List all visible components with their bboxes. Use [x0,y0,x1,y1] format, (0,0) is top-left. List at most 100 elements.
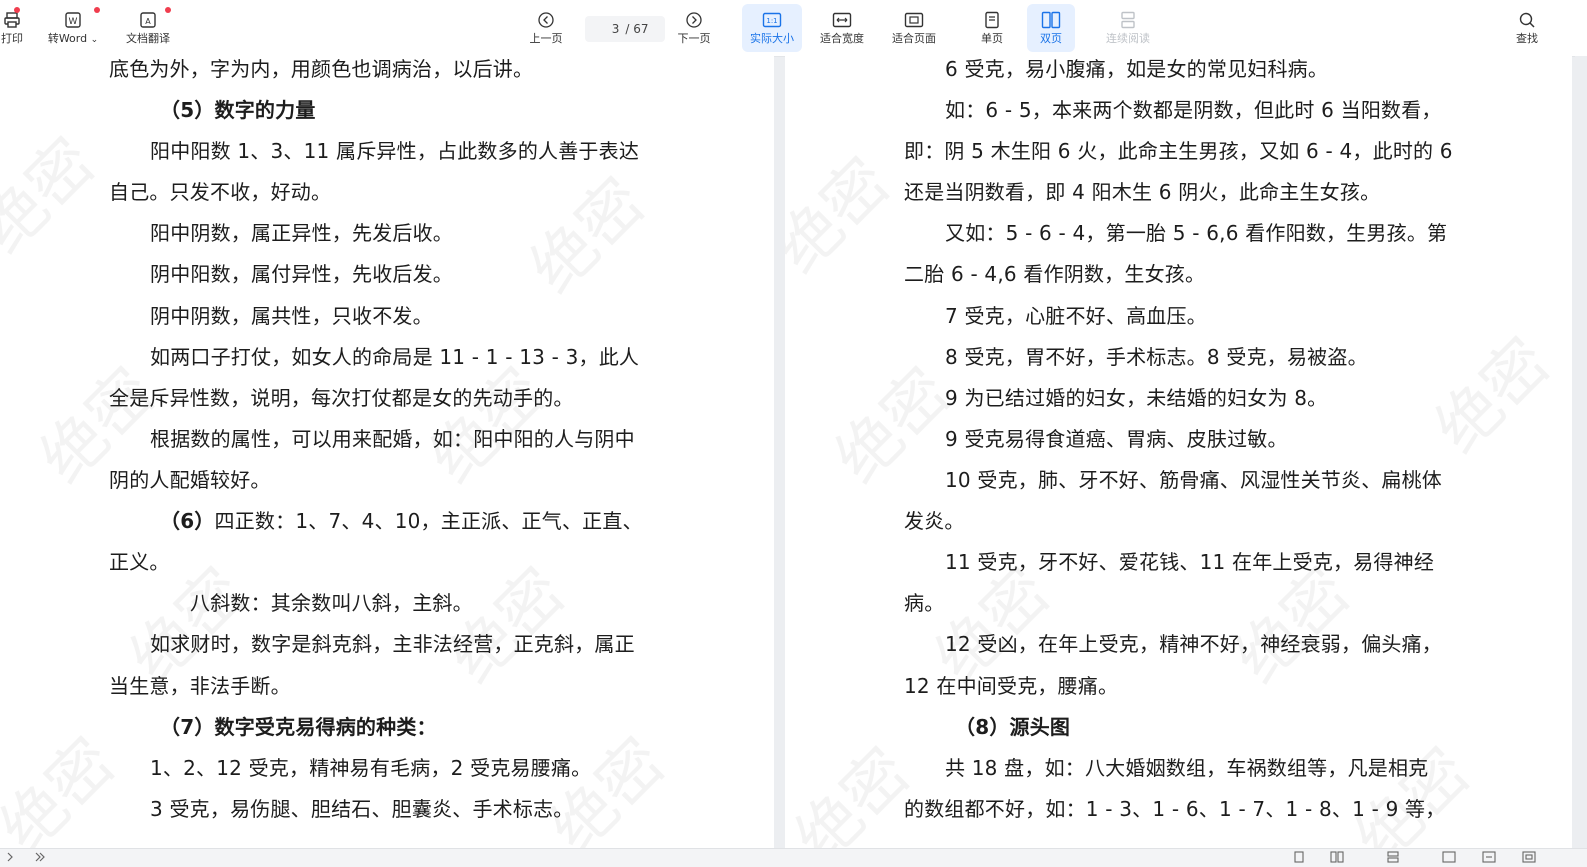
page-number-input[interactable] [601,22,620,36]
continuous-icon[interactable] [1386,851,1400,863]
chevron-right-circle-icon [685,8,703,32]
watermark: 绝密 [1421,324,1565,468]
watermark: 绝密 [785,144,905,288]
print-button[interactable]: 打印 [0,4,42,52]
svg-text:1:1: 1:1 [766,17,777,25]
paragraph-line: 阴中阴数，属共性，只收不发。 [150,304,433,328]
single-page-label: 单页 [981,32,1003,45]
watermark: 绝密 [821,354,965,498]
paragraph-line: 八斜数：其余数叫八斜，主斜。 [190,591,473,615]
document-page-right: 绝密 绝密 绝密 绝密 绝密 绝密 绝密 6 受克，易小腹痛，如是女的常见妇科病… [785,56,1572,848]
word-notify-dot [94,7,100,13]
translate-notify-dot [165,7,171,13]
paragraph-line: 11 受克，牙不好、爱花钱、11 在年上受克，易得神经 [945,550,1435,574]
paragraph-line: 10 受克，肺、牙不好、筋骨痛、风湿性关节炎、扁桃体 [945,468,1443,492]
watermark: 绝密 [436,554,580,698]
next-page-label: 下一页 [677,32,711,45]
find-label: 查找 [1516,32,1538,45]
paragraph-line: 阳中阳数 1、3、11 属斥异性，占此数多的人善于表达 [150,139,640,163]
fit-width-label: 适合宽度 [820,32,864,45]
section-heading: （8）源头图 [955,715,1071,739]
paragraph-line: 根据数的属性，可以用来配婚，如：阳中阳的人与阴中 [150,427,635,451]
paragraph-line: 9 为已结过婚的妇女，未结婚的妇女为 8。 [945,386,1328,410]
paragraph-line: 正义。 [109,550,170,574]
prev-page-button[interactable]: 上一页 [516,4,576,52]
single-page-button[interactable]: 单页 [962,4,1022,52]
watermark: 绝密 [785,734,925,848]
section-heading: （5）数字的力量 [160,98,316,122]
page-total: / 67 [625,22,649,36]
prev-page-label: 上一页 [529,32,563,45]
toolbar: 打印 W 转Word ⌄ A 文档翻译 上一页 / 67 下一页 1:1 实 [0,0,1587,57]
paragraph-line: 阴的人配婚较好。 [109,468,271,492]
section-heading: （6） [160,509,215,533]
document-page-left: 绝密 绝密 绝密 绝密 绝密 绝密 绝密 绝密 底色为外，字为内，用颜色也调病治… [0,56,774,848]
double-page-button[interactable]: 双页 [1027,4,1075,52]
collapse-icon[interactable] [6,851,20,863]
actual-size-button[interactable]: 1:1 实际大小 [742,4,802,52]
next-page-button[interactable]: 下一页 [664,4,724,52]
actual-size-icon: 1:1 [762,8,782,32]
single-page-icon[interactable] [1292,851,1306,863]
watermark: 绝密 [0,124,110,268]
continuous-read-icon [1119,8,1137,32]
paragraph-line: 如求财时，数字是斜克斜，主非法经营，正克斜，属正 [150,632,635,656]
chevron-down-icon: ⌄ [90,35,99,45]
paragraph-line: 的数组都不好，如：1 - 3、1 - 6、1 - 7、1 - 8、1 - 9 等… [904,797,1446,821]
continuous-read-button[interactable]: 连续阅读 [1098,4,1158,52]
fit-page-icon[interactable] [1442,851,1456,863]
paragraph-line: 四正数：1、7、4、10，主正派、正气、正直、 [214,509,643,533]
find-button[interactable]: 查找 [1497,4,1557,52]
paragraph-line: 自己。只发不收，好动。 [109,180,332,204]
paragraph-line: 二胎 6 - 4,6 看作阴数，生女孩。 [904,262,1206,286]
paragraph-line: 9 受克易得食道癌、胃病、皮肤过敏。 [945,427,1288,451]
paragraph-line: 又如：5 - 6 - 4，第一胎 5 - 6,6 看作阳数，生男孩。第 [945,221,1448,245]
fit-width-button[interactable]: 适合宽度 [812,4,872,52]
paragraph-line: 阳中阴数，属正异性，先发后收。 [150,221,453,245]
paragraph-line: 1、2、12 受克，精神易有毛病，2 受克易腰痛。 [150,756,592,780]
paragraph-line: 即：阴 5 木生阳 6 火，此命主生男孩，又如 6 - 4，此时的 6 [904,139,1453,163]
svg-text:W: W [69,17,78,27]
fit-page-icon [904,8,924,32]
paragraph-line: 3 受克，易伤腿、胆结石、胆囊炎、手术标志。 [150,797,574,821]
status-bar [0,848,1587,867]
page-indicator: / 67 [585,16,665,42]
paragraph-line: 底色为外，字为内，用颜色也调病治，以后讲。 [109,57,534,81]
actual-size-label: 实际大小 [750,32,794,45]
double-page-label: 双页 [1040,32,1062,45]
print-label: 打印 [1,32,23,45]
to-word-label: 转Word [47,32,88,45]
watermark: 绝密 [0,724,130,848]
paragraph-line: 6 受克，易小腹痛，如是女的常见妇科病。 [945,57,1329,81]
paragraph-line: 当生意，非法手断。 [109,674,291,698]
paragraph-line: 7 受克，心脏不好、高血压。 [945,304,1207,328]
paragraph-line: 全是斥异性数，说明，每次打仗都是女的先动手的。 [109,386,574,410]
translate-label: 文档翻译 [126,32,170,45]
paragraph-line: 如两口子打仗，如女人的命局是 11 - 1 - 13 - 3，此人 [150,345,640,369]
fit-page-button[interactable]: 适合页面 [884,4,944,52]
watermark: 绝密 [516,164,660,308]
fullscreen-icon[interactable] [1522,851,1536,863]
continuous-read-label: 连续阅读 [1106,32,1150,45]
paragraph-line: 病。 [904,591,945,615]
fit-width-icon[interactable] [1482,851,1496,863]
paragraph-line: 共 18 盘，如：八大婚姻数组，车祸数组等，凡是相克 [945,756,1429,780]
search-icon [1518,8,1536,32]
svg-text:A: A [145,17,151,26]
paragraph-line: 12 在中间受克，腰痛。 [904,674,1119,698]
fit-page-label: 适合页面 [892,32,936,45]
double-page-icon [1041,8,1061,32]
double-page-icon[interactable] [1330,851,1344,863]
section-heading: （7）数字受克易得病的种类： [160,715,437,739]
single-page-icon [984,8,1000,32]
paragraph-line: 还是当阴数看，即 4 阳木生 6 阴火，此命主生女孩。 [904,180,1381,204]
translate-icon: A [139,8,157,32]
word-icon: W [64,8,82,32]
print-notify-dot [14,7,20,13]
chevron-left-circle-icon [537,8,555,32]
paragraph-line: 如：6 - 5，本来两个数都是阴数，但此时 6 当阳数看， [945,98,1442,122]
paragraph-line: 12 受凶，在年上受克，精神不好，神经衰弱，偏头痛， [945,632,1443,656]
vertical-scrollbar[interactable] [1575,56,1587,848]
paragraph-line: 阴中阳数，属付异性，先收后发。 [150,262,453,286]
expand-icon[interactable] [32,851,46,863]
